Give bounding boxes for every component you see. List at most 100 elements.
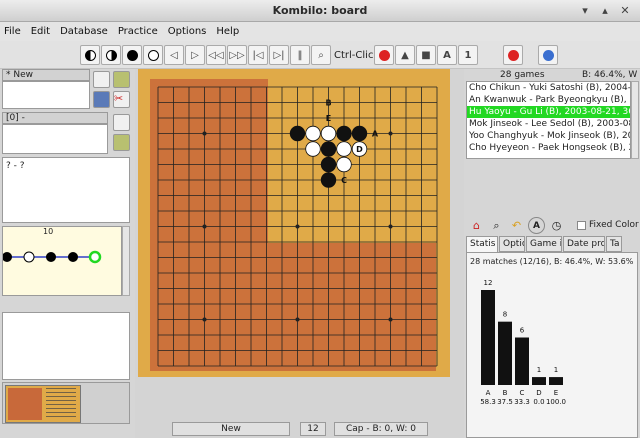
menu-file[interactable]: File (4, 26, 21, 37)
menu-practice[interactable]: Practice (118, 26, 158, 37)
game-list[interactable]: Cho Chikun - Yuki Satoshi (B), 2004- An … (466, 81, 631, 159)
game-tree-graph (3, 250, 102, 264)
forward-fast-icon[interactable]: ▷▷ (227, 45, 247, 65)
comment-box[interactable] (2, 312, 130, 380)
menu-database[interactable]: Database (60, 26, 108, 37)
search-board-icon[interactable]: ⌕ (311, 45, 331, 65)
new-file-icon[interactable] (93, 71, 110, 88)
black-stone-button[interactable] (122, 45, 142, 65)
game-list-scrollbar[interactable] (631, 81, 639, 159)
help-icon[interactable] (538, 45, 558, 65)
percent-label: 100.0 (546, 398, 566, 406)
black-white-mode-button[interactable] (80, 45, 100, 65)
title-bar: Kombilo: board ▾ ▴ ✕ (0, 0, 640, 22)
game-row[interactable]: Mok Jinseok - Lee Sedol (B), 2003-08 (467, 118, 630, 130)
board-thumbnail[interactable] (5, 385, 81, 423)
start-icon[interactable]: |◁ (248, 45, 268, 65)
white-stone (336, 141, 352, 157)
menu-options[interactable]: Options (168, 26, 207, 37)
cut-icon[interactable]: ✂ (113, 91, 130, 108)
fixed-color-checkbox[interactable] (577, 221, 586, 230)
no-entry-icon[interactable] (374, 45, 394, 65)
tab-tags[interactable]: Ta (606, 236, 622, 252)
tree-scrollbar[interactable] (122, 226, 130, 296)
tab-statistics[interactable]: Statis (466, 236, 498, 252)
bar (481, 290, 495, 385)
home-icon[interactable]: ⌂ (468, 217, 485, 234)
window-title: Kombilo: board (272, 4, 368, 17)
game-tree[interactable]: 10 (2, 226, 122, 296)
game-row[interactable]: Cho Chikun - Yuki Satoshi (B), 2004- (467, 82, 630, 94)
black-stone (320, 172, 337, 188)
tab-game-info[interactable]: Game i (526, 236, 562, 252)
star-point (388, 131, 393, 136)
board-label: B (325, 99, 331, 108)
toolbar: ◁ ▷ ◁◁ ▷▷ |◁ ▷| ‖ ⌕ Ctrl-Click: ▲ ■ A 1 (0, 41, 640, 69)
category-label: E (554, 389, 558, 397)
variation-box[interactable] (2, 124, 108, 154)
bar (549, 377, 563, 385)
game-row[interactable]: An Kwanwuk - Park Byeongkyu (B), 2 (467, 94, 630, 106)
statistics-panel: 28 matches (12/16), B: 46.4%, W: 53.6% 1… (466, 252, 638, 438)
status-captures: Cap - B: 0, W: 0 (334, 422, 428, 436)
game-row-selected[interactable]: Hu Yaoyu - Gu Li (B), 2003-08-21, 36 (467, 106, 630, 118)
bar (515, 337, 529, 385)
bar-value-label: 6 (520, 327, 525, 335)
label-number-button[interactable]: 1 (458, 45, 478, 65)
label-a-button[interactable]: A (437, 45, 457, 65)
left-panel: * New ✂ [0] - ? - ? 10 (0, 69, 135, 438)
game-list-box[interactable] (2, 81, 90, 109)
save-icon[interactable] (93, 91, 110, 108)
players-text: ? - ? (6, 161, 25, 171)
pause-icon[interactable]: ‖ (290, 45, 310, 65)
square-icon[interactable]: ■ (416, 45, 436, 65)
next-icon[interactable]: ▷ (185, 45, 205, 65)
white-stone (305, 125, 321, 142)
move-number: 10 (43, 227, 54, 236)
tab-bar: Statis Optio Game i Date pro Ta (466, 236, 623, 252)
end-icon[interactable]: ▷| (269, 45, 289, 65)
open-file-icon[interactable] (113, 71, 130, 88)
undo-icon[interactable]: ↶ (508, 217, 525, 234)
prev-icon[interactable]: ◁ (164, 45, 184, 65)
delete-icon[interactable] (503, 45, 523, 65)
bar-value-label: 8 (503, 311, 507, 319)
minimize-icon[interactable]: ▾ (578, 4, 592, 18)
star-point (295, 224, 300, 229)
white-stone (305, 141, 321, 157)
fixed-color-label: Fixed Color (589, 220, 639, 230)
go-board[interactable]: BE AD C (138, 69, 450, 377)
board-label: C (341, 176, 347, 185)
bar-value-label: 12 (484, 279, 493, 287)
star-point (202, 131, 207, 136)
board-thumbnail-panel (2, 382, 130, 424)
tree-node (23, 251, 35, 263)
game-row[interactable]: Yoo Changhyuk - Mok Jinseok (B), 20 (467, 130, 630, 142)
triangle-icon[interactable]: ▲ (395, 45, 415, 65)
games-header: 28 games B: 46.4%, W (466, 69, 640, 81)
star-point (388, 224, 393, 229)
game-row[interactable]: Cho Hyeyeon - Paek Hongseok (B), 2 (467, 142, 630, 154)
white-black-mode-button[interactable] (101, 45, 121, 65)
menu-help[interactable]: Help (216, 26, 239, 37)
clock-icon[interactable]: ◷ (548, 217, 565, 234)
copy-icon[interactable] (113, 134, 130, 151)
menu-edit[interactable]: Edit (31, 26, 50, 37)
bar-value-label: 1 (554, 366, 558, 374)
tab-date-profile[interactable]: Date pro (563, 236, 605, 252)
menu-bar: File Edit Database Practice Options Help (0, 22, 640, 41)
white-stone-button[interactable] (143, 45, 163, 65)
continuation-chart: 12 A58.3 8 B37.5 6 C33.3 1 D0.0 1 E100.0 (480, 279, 566, 406)
back-fast-icon[interactable]: ◁◁ (206, 45, 226, 65)
new-variation-icon[interactable] (113, 114, 130, 131)
category-label: B (503, 389, 508, 397)
bar-value-label: 1 (537, 366, 541, 374)
board-panel: BE AD C (135, 69, 464, 438)
label-a-icon[interactable]: A (528, 217, 545, 234)
maximize-icon[interactable]: ▴ (598, 4, 612, 18)
tab-options[interactable]: Optio (499, 236, 525, 252)
close-icon[interactable]: ✕ (618, 4, 632, 18)
search-icon[interactable]: ⌕ (488, 217, 505, 234)
tree-node (3, 252, 12, 262)
star-point (295, 317, 300, 322)
